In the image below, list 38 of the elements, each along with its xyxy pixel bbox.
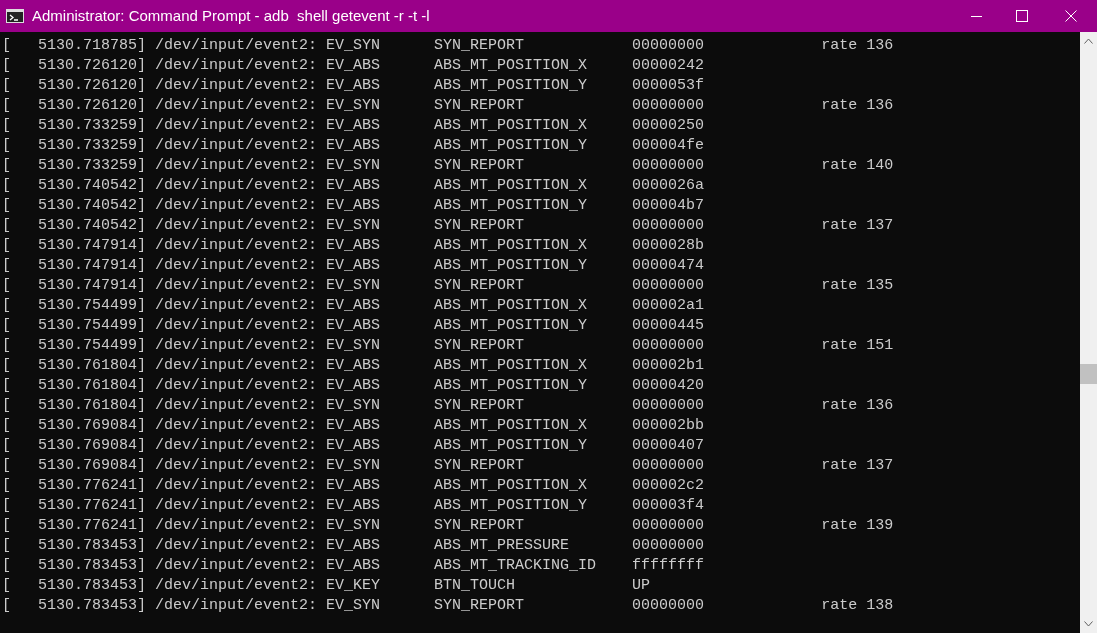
console-line: [ 5130.747914] /dev/input/event2: EV_ABS ABS_MT_POSITION_X 0000028b (2, 236, 705, 256)
console-line: [ 5130.776241] /dev/input/event2: EV_ABS ABS_MT_POSITION_Y 000003f4 (2, 496, 705, 516)
console-line: [ 5130.740542] /dev/input/event2: EV_SYN SYN_REPORT 00000000 rate 137 (2, 216, 894, 236)
console-line: [ 5130.761804] /dev/input/event2: EV_ABS ABS_MT_POSITION_X 000002b1 (2, 356, 705, 376)
console-line: [ 5130.776241] /dev/input/event2: EV_ABS ABS_MT_POSITION_X 000002c2 (2, 476, 705, 496)
console-line: [ 5130.726120] /dev/input/event2: EV_SYN SYN_REPORT 00000000 rate 136 (2, 96, 894, 116)
console-line: [ 5130.783453] /dev/input/event2: EV_KEY BTN_TOUCH UP (2, 576, 651, 596)
console-line: [ 5130.740542] /dev/input/event2: EV_ABS ABS_MT_POSITION_Y 000004b7 (2, 196, 705, 216)
console-line: [ 5130.761804] /dev/input/event2: EV_SYN SYN_REPORT 00000000 rate 136 (2, 396, 894, 416)
console-line: [ 5130.769084] /dev/input/event2: EV_SYN SYN_REPORT 00000000 rate 137 (2, 456, 894, 476)
console-line: [ 5130.783453] /dev/input/event2: EV_ABS ABS_MT_TRACKING_ID ffffffff (2, 556, 705, 576)
scrollbar[interactable] (1080, 32, 1097, 633)
console-line: [ 5130.747914] /dev/input/event2: EV_ABS ABS_MT_POSITION_Y 00000474 (2, 256, 705, 276)
scroll-up-icon[interactable] (1084, 38, 1093, 44)
window-title: Administrator: Command Prompt - adb shell getevent -r -t -l (32, 5, 430, 26)
close-icon (1065, 10, 1077, 22)
console-line: [ 5130.783453] /dev/input/event2: EV_SYN SYN_REPORT 00000000 rate 138 (2, 596, 894, 616)
console-line: [ 5130.754499] /dev/input/event2: EV_ABS ABS_MT_POSITION_Y 00000445 (2, 316, 705, 336)
maximize-icon (1016, 10, 1028, 22)
console-line: [ 5130.740542] /dev/input/event2: EV_ABS ABS_MT_POSITION_X 0000026a (2, 176, 705, 196)
console-line: [ 5130.769084] /dev/input/event2: EV_ABS ABS_MT_POSITION_X 000002bb (2, 416, 705, 436)
console-line: [ 5130.754499] /dev/input/event2: EV_SYN SYN_REPORT 00000000 rate 151 (2, 336, 894, 356)
scrollbar-thumb[interactable] (1080, 364, 1097, 384)
console-line: [ 5130.783453] /dev/input/event2: EV_ABS ABS_MT_PRESSURE 00000000 (2, 536, 705, 556)
console-line: [ 5130.726120] /dev/input/event2: EV_ABS ABS_MT_POSITION_Y 0000053f (2, 76, 705, 96)
console-line: [ 5130.776241] /dev/input/event2: EV_SYN SYN_REPORT 00000000 rate 139 (2, 516, 894, 536)
console-line: [ 5130.733259] /dev/input/event2: EV_SYN SYN_REPORT 00000000 rate 140 (2, 156, 894, 176)
scroll-down-icon[interactable] (1084, 621, 1093, 627)
minimize-icon (970, 15, 982, 17)
console-line: [ 5130.733259] /dev/input/event2: EV_ABS ABS_MT_POSITION_X 00000250 (2, 116, 705, 136)
console-line: [ 5130.761804] /dev/input/event2: EV_ABS ABS_MT_POSITION_Y 00000420 (2, 376, 705, 396)
console-line: [ 5130.754499] /dev/input/event2: EV_ABS ABS_MT_POSITION_X 000002a1 (2, 296, 705, 316)
console-app-icon (6, 9, 24, 23)
console-line: [ 5130.747914] /dev/input/event2: EV_SYN SYN_REPORT 00000000 rate 135 (2, 276, 894, 296)
console-line: [ 5130.733259] /dev/input/event2: EV_ABS ABS_MT_POSITION_Y 000004fe (2, 136, 705, 156)
console-line: [ 5130.769084] /dev/input/event2: EV_ABS ABS_MT_POSITION_Y 00000407 (2, 436, 705, 456)
console-line: [ 5130.726120] /dev/input/event2: EV_ABS ABS_MT_POSITION_X 00000242 (2, 56, 705, 76)
console-line: [ 5130.718785] /dev/input/event2: EV_SYN SYN_REPORT 00000000 rate 136 (2, 36, 894, 56)
